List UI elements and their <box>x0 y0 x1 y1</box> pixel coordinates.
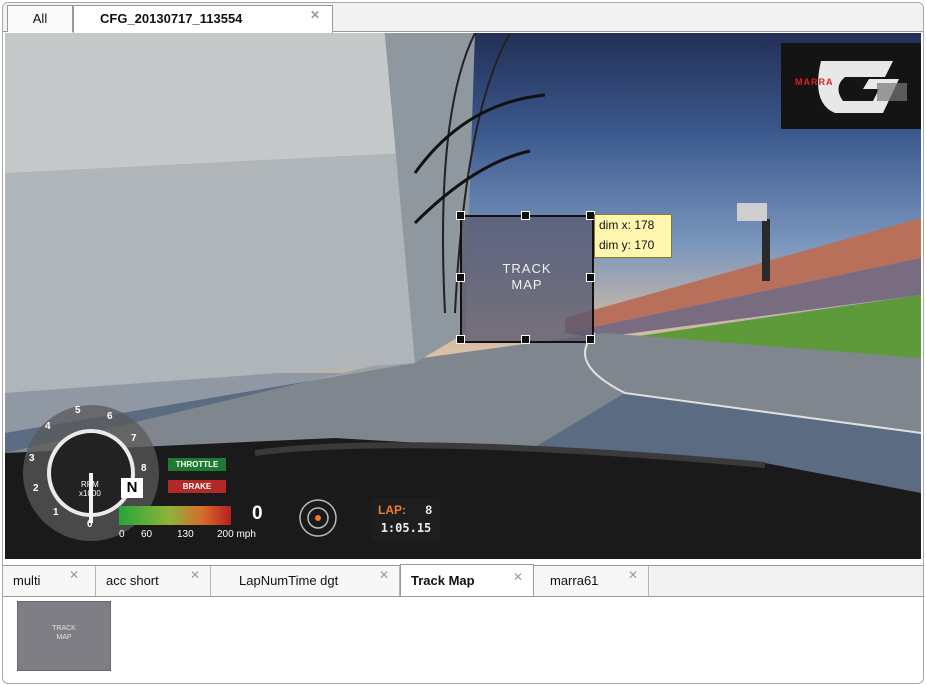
logo-text: MARRA <box>795 77 834 87</box>
track-map-thumbnail[interactable]: TRACK MAP <box>17 601 111 671</box>
lap-label: LAP: <box>378 503 406 517</box>
speed-scale-label: 60 <box>141 529 153 540</box>
rpm-label-line1: RPM <box>81 480 99 489</box>
resize-handle-bottom[interactable] <box>521 335 530 344</box>
widget-label-line1: TRACK <box>502 261 552 276</box>
gauge-tick-label: 0 <box>87 519 93 530</box>
dim-x-readout: dim x: 178 <box>599 218 655 232</box>
speed-scale-label: 200 mph <box>217 529 256 540</box>
resize-handle-top[interactable] <box>521 211 530 220</box>
dim-y-readout: dim y: 170 <box>599 238 655 252</box>
tab-all[interactable]: All <box>7 5 73 32</box>
close-icon[interactable]: ✕ <box>379 560 389 590</box>
speed-readout: 0 <box>252 503 263 524</box>
rpm-label-line2: x1000 <box>79 489 101 498</box>
track-map-widget-selection[interactable]: TRACK MAP <box>460 215 594 343</box>
tab-all-label: All <box>32 11 48 26</box>
tab-lapnumtime-dgt[interactable]: LapNumTime dgt ✕ <box>211 566 400 596</box>
gauge-tick-label: 1 <box>53 507 59 518</box>
close-icon[interactable]: ✕ <box>513 561 523 593</box>
gauge-tick-label: 6 <box>107 411 113 422</box>
thumbnail-label: TRACK MAP <box>18 624 110 642</box>
top-tab-bar: All CFG_20130717_113554 ✕ <box>3 3 923 33</box>
thumbnail-label-line1: TRACK <box>52 625 76 632</box>
resize-handle-right[interactable] <box>586 273 595 282</box>
tab-label: Track Map <box>411 573 475 588</box>
gauge-tick-label: 5 <box>75 405 81 416</box>
tab-label: LapNumTime dgt <box>239 573 339 588</box>
speed-scale-label: 0 <box>119 529 125 540</box>
close-icon[interactable]: ✕ <box>310 3 320 28</box>
lap-number: 8 <box>425 503 432 517</box>
gear-indicator: N <box>121 478 143 498</box>
tab-label: acc short <box>106 573 159 588</box>
logo-flag <box>877 83 907 101</box>
widget-label-line2: MAP <box>511 277 543 292</box>
lap-time: 1:05.15 <box>380 521 432 535</box>
tab-label: multi <box>13 573 41 588</box>
dimension-tooltip: dim x: 178 dim y: 170 <box>594 214 672 258</box>
resize-handle-bottom-left[interactable] <box>456 335 465 344</box>
gauge-tick-label: 4 <box>45 421 51 432</box>
close-icon[interactable]: ✕ <box>69 560 79 590</box>
reticle-dot <box>315 515 321 521</box>
speed-scale-label: 130 <box>177 529 194 540</box>
tab-multi[interactable]: multi ✕ <box>3 566 96 596</box>
resize-handle-top-left[interactable] <box>456 211 465 220</box>
resize-handle-left[interactable] <box>456 273 465 282</box>
gauge-tick-label: 2 <box>33 483 39 494</box>
tab-file[interactable]: CFG_20130717_113554 ✕ <box>73 5 333 33</box>
thumbnail-label-line2: MAP <box>56 634 72 641</box>
brake-indicator: BRAKE <box>168 480 226 493</box>
wall-shadow <box>5 153 415 433</box>
track-map-widget-label: TRACK MAP <box>462 261 592 293</box>
brand-logo: MARRA <box>781 43 921 129</box>
tab-label: marra61 <box>550 573 599 588</box>
tab-marra61[interactable]: marra61 ✕ <box>534 566 649 596</box>
video-preview[interactable]: MARRA TRACK MAP dim x: 178 dim y: 170 0 … <box>5 33 921 559</box>
tab-file-label: CFG_20130717_113554 <box>100 11 243 26</box>
close-icon[interactable]: ✕ <box>190 560 200 590</box>
gauge-tick-label: 3 <box>29 453 35 464</box>
tab-acc-short[interactable]: acc short ✕ <box>96 566 211 596</box>
gauge-tick-label: 7 <box>131 433 137 444</box>
app-window: All CFG_20130717_113554 ✕ MARRA TRACK MA… <box>2 2 924 684</box>
close-icon[interactable]: ✕ <box>628 560 638 590</box>
gauge-tick-label: 8 <box>141 463 147 474</box>
throttle-indicator: THROTTLE <box>168 458 226 471</box>
lap-counter: LAP: 8 1:05.15 <box>372 498 440 540</box>
resize-handle-bottom-right[interactable] <box>586 335 595 344</box>
rpm-label: RPM x1000 <box>79 480 101 498</box>
speed-bar <box>119 506 231 525</box>
tab-track-map[interactable]: Track Map ✕ <box>400 564 534 596</box>
widget-tab-bar: multi ✕ acc short ✕ LapNumTime dgt ✕ Tra… <box>3 564 923 597</box>
